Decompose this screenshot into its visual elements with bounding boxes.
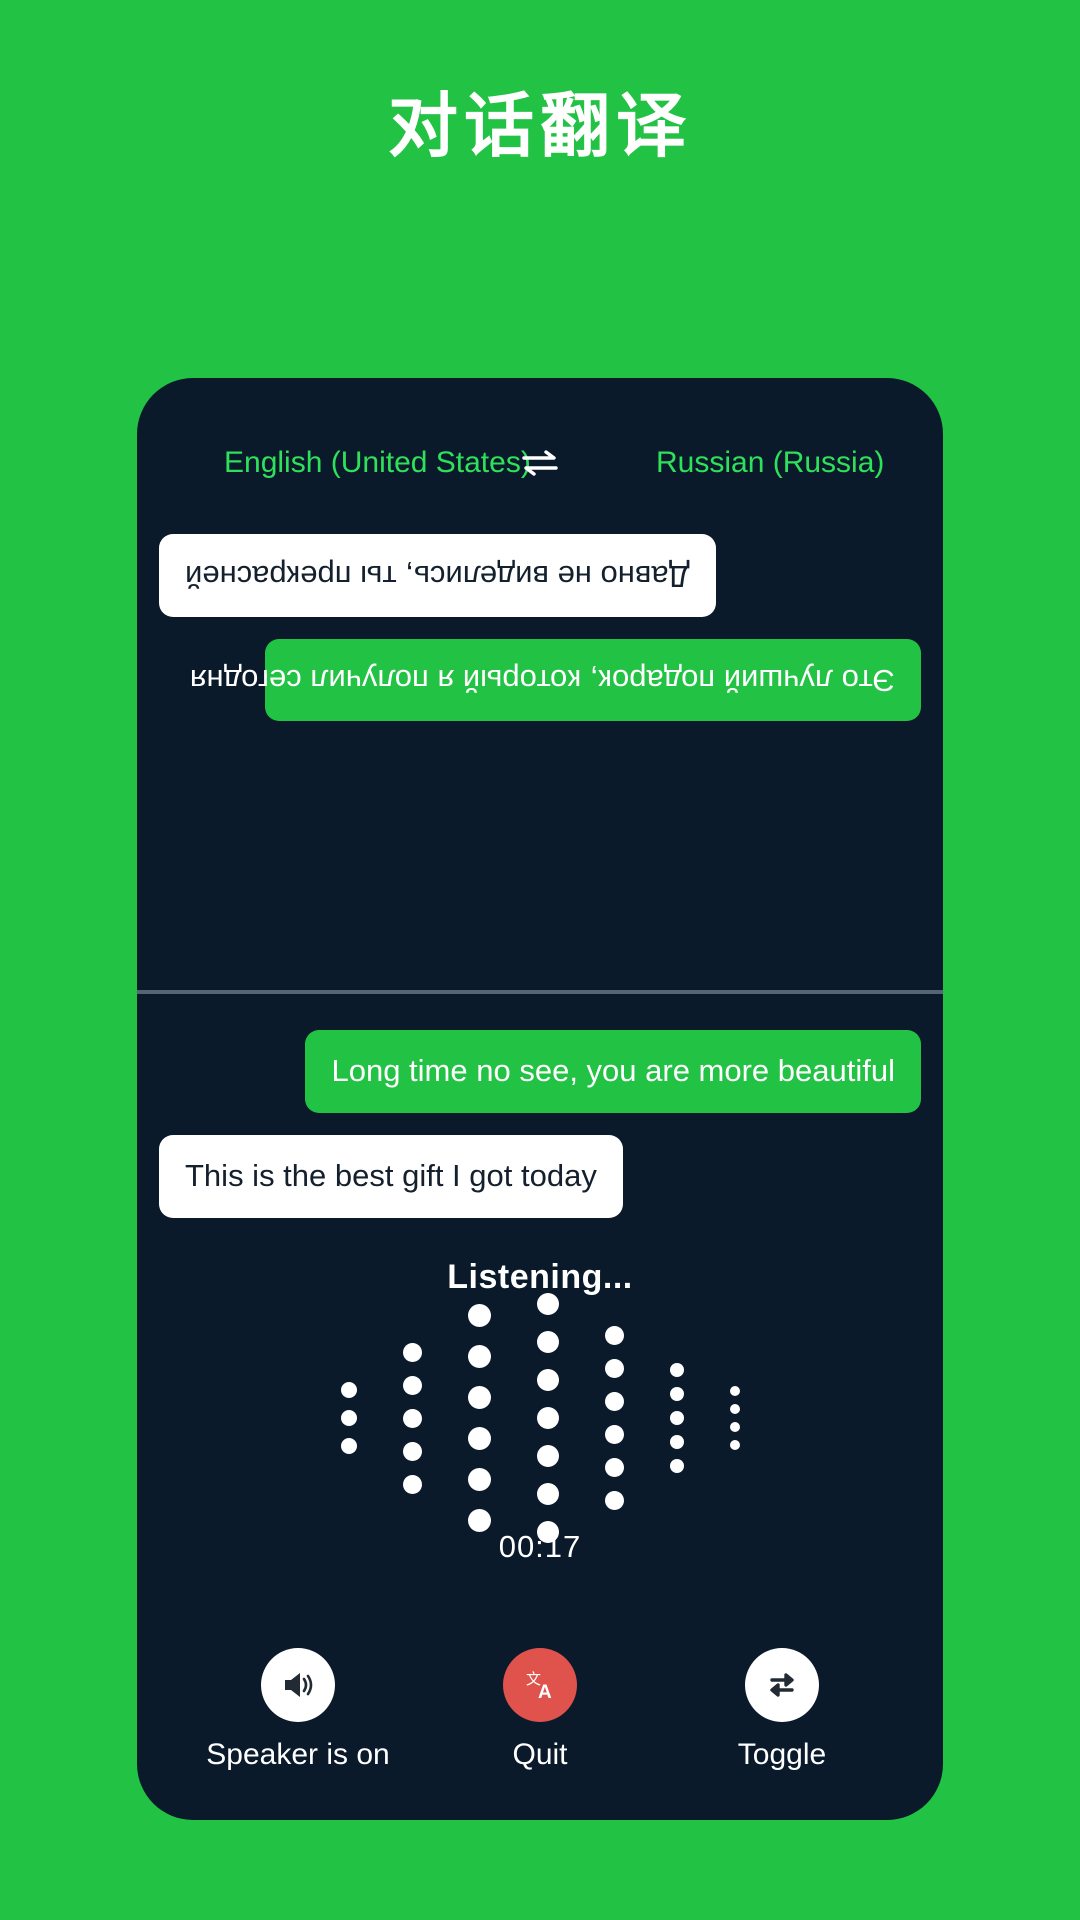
local-conversation-panel: Long time no see, you are more beautiful…: [137, 996, 943, 1240]
waveform-column: [604, 1319, 624, 1517]
message-bubble[interactable]: Давно не виделись, ты прекрасней: [159, 534, 716, 617]
waveform-dot: [729, 1440, 740, 1450]
waveform-dot: [536, 1407, 559, 1429]
phone-card: English (United States) Russian (Russia)…: [137, 378, 943, 1820]
message-bubble[interactable]: Это лучший подарок, который я получил се…: [190, 638, 921, 722]
message-row: Long time no see, you are more beautiful: [159, 1030, 921, 1135]
waveform-dot: [604, 1458, 624, 1477]
quit-label: Quit: [512, 1738, 568, 1771]
message-row: This is the best gift I got today: [159, 1134, 921, 1240]
panel-divider: [137, 990, 943, 994]
waveform-dot: [402, 1408, 422, 1428]
waveform-dot: [536, 1483, 559, 1505]
waveform-dot: [402, 1375, 422, 1395]
waveform-column: [467, 1295, 491, 1541]
waveform-dot: [467, 1427, 491, 1450]
waveform-dot: [604, 1491, 624, 1510]
waveform-dot: [729, 1422, 740, 1432]
waveform-dot: [669, 1387, 684, 1401]
waveform-dot: [402, 1342, 422, 1362]
waveform-dot: [729, 1386, 740, 1396]
swap-repeat-icon[interactable]: [745, 1648, 819, 1722]
waveform-column: [536, 1285, 559, 1551]
speaker-on-icon[interactable]: [261, 1648, 335, 1722]
waveform-dot: [669, 1435, 684, 1449]
waveform-dot: [467, 1304, 491, 1327]
speaker-toggle-label: Speaker is on: [206, 1738, 390, 1771]
action-bar: Speaker is on 文 A Quit Toggle: [137, 1648, 943, 1772]
speaker-toggle-button[interactable]: Speaker is on: [188, 1648, 408, 1772]
toggle-button[interactable]: Toggle: [672, 1648, 892, 1772]
message-bubble[interactable]: Long time no see, you are more beautiful: [305, 1030, 921, 1113]
waveform-dot: [467, 1386, 491, 1409]
waveform-dot: [402, 1474, 422, 1494]
page-title: 对话翻译: [388, 85, 692, 167]
waveform-column: [340, 1376, 357, 1460]
waveform-dot: [536, 1369, 559, 1391]
recording-timer: 00:17: [498, 1529, 582, 1564]
listening-section: Listening... 00:17: [137, 1258, 943, 1565]
remote-conversation-panel: Это лучший подарок, который я получил се…: [137, 488, 943, 990]
translate-icon[interactable]: 文 A: [503, 1648, 577, 1722]
toggle-label: Toggle: [737, 1738, 827, 1771]
swap-horizontal-icon[interactable]: [510, 448, 570, 478]
waveform-dot: [604, 1326, 624, 1345]
audio-waveform: [137, 1293, 943, 1543]
waveform-dot: [604, 1359, 624, 1378]
waveform-column: [402, 1336, 422, 1501]
waveform-dot: [536, 1445, 559, 1467]
quit-button[interactable]: 文 A Quit: [430, 1648, 650, 1772]
message-row: Давно не виделись, ты прекрасней: [159, 512, 921, 617]
waveform-dot: [729, 1404, 740, 1414]
waveform-column: [729, 1382, 740, 1454]
waveform-dot: [604, 1392, 624, 1411]
waveform-dot: [467, 1468, 491, 1491]
svg-text:A: A: [538, 1682, 552, 1703]
waveform-dot: [340, 1410, 357, 1426]
waveform-dot: [604, 1425, 624, 1444]
waveform-dot: [402, 1441, 422, 1461]
waveform-dot: [467, 1345, 491, 1368]
message-bubble[interactable]: This is the best gift I got today: [159, 1134, 623, 1218]
waveform-dot: [340, 1382, 357, 1398]
waveform-column: [669, 1358, 684, 1478]
waveform-dot: [669, 1411, 684, 1425]
waveform-dot: [669, 1363, 684, 1377]
waveform-dot: [536, 1331, 559, 1353]
language-bar: English (United States) Russian (Russia): [137, 438, 943, 488]
message-row: Это лучший подарок, который я получил се…: [159, 617, 921, 722]
target-language-selector[interactable]: Russian (Russia): [570, 446, 884, 480]
waveform-dot: [467, 1509, 491, 1532]
source-language-selector[interactable]: English (United States): [200, 446, 531, 480]
waveform-dot: [536, 1293, 559, 1315]
waveform-dot: [340, 1438, 357, 1454]
waveform-dot: [669, 1459, 684, 1473]
